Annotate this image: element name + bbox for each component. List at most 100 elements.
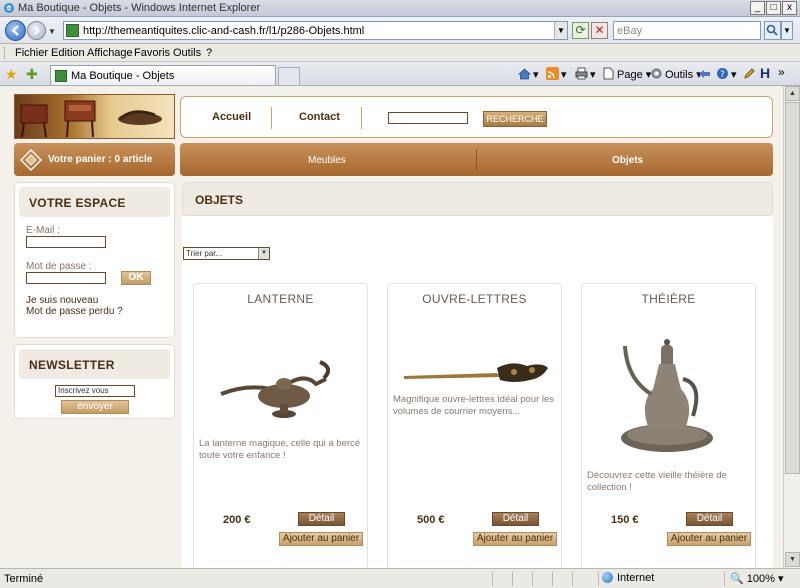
address-input[interactable]: http://themeantiquites.clic-and-cash.fr/… <box>63 21 568 40</box>
theiere-product-image[interactable] <box>617 334 717 459</box>
add-favorite-icon[interactable]: ✚ <box>26 66 38 83</box>
vertical-scrollbar[interactable]: ▲ ▼ <box>783 86 800 568</box>
newsletter-panel-header: NEWSLETTER <box>19 349 170 379</box>
tools-menu[interactable]: Outils ▾ <box>650 67 702 81</box>
password-field[interactable] <box>26 272 106 284</box>
detail-button[interactable]: Détail <box>686 512 733 526</box>
cart-bar[interactable]: Votre panier : 0 article <box>14 143 175 176</box>
pencil-icon <box>744 68 755 79</box>
category-separator <box>476 149 477 170</box>
menu-edition[interactable]: Edition <box>51 47 85 59</box>
gear-icon <box>651 68 662 79</box>
help-menu[interactable]: ? ▾ <box>716 67 737 81</box>
search-provider-dropdown-icon[interactable]: ▼ <box>781 21 793 40</box>
nav-contact[interactable]: Contact <box>299 111 340 123</box>
rss-icon <box>546 67 559 80</box>
feeds-button[interactable]: ▾ <box>546 67 567 81</box>
back-button[interactable] <box>5 20 26 41</box>
tab-ma-boutique[interactable]: Ma Boutique - Objets <box>50 65 276 85</box>
register-link[interactable]: Je suis nouveau <box>26 295 98 306</box>
main-heading: OBJETS <box>195 193 244 207</box>
nav-separator <box>361 107 362 129</box>
add-to-cart-button[interactable]: Ajouter au panier <box>279 532 363 546</box>
page-favicon-icon <box>66 24 79 37</box>
cart-box-icon <box>19 148 43 172</box>
scroll-thumb[interactable] <box>785 102 800 474</box>
stop-button[interactable]: ✕ <box>591 22 608 39</box>
add-to-cart-button[interactable]: Ajouter au panier <box>667 532 751 546</box>
scroll-up-arrow-icon[interactable]: ▲ <box>785 86 800 101</box>
ouvre-lettres-product-image[interactable] <box>402 354 550 394</box>
menu-help[interactable]: ? <box>206 47 212 59</box>
refresh-button[interactable]: ⟳ <box>572 22 589 39</box>
menu-fichier[interactable]: Fichier <box>15 47 48 59</box>
site-search-input[interactable] <box>388 112 468 124</box>
tab-favicon-icon <box>55 70 67 82</box>
search-input[interactable]: eBay <box>613 21 761 40</box>
address-bar: ▼ http://themeantiquites.clic-and-cash.f… <box>0 17 800 44</box>
menu-affichage[interactable]: Affichage <box>87 47 133 59</box>
menu-outils[interactable]: Outils <box>173 47 201 59</box>
email-field[interactable] <box>26 236 106 248</box>
forward-button[interactable] <box>27 21 46 40</box>
extension-h-icon[interactable]: H <box>760 65 770 81</box>
toolbar-overflow-icon[interactable]: » <box>778 65 785 79</box>
status-cell <box>512 572 513 586</box>
research-button[interactable] <box>698 67 713 81</box>
zoom-level[interactable]: 🔍 100% ▾ <box>730 572 783 585</box>
minimize-button[interactable]: _ <box>750 1 765 15</box>
nav-separator <box>271 107 272 129</box>
detail-button[interactable]: Détail <box>492 512 539 526</box>
account-panel-header: VOTRE ESPACE <box>19 187 170 217</box>
antique-banner-image <box>14 94 175 139</box>
lanterne-product-image[interactable] <box>216 354 341 424</box>
extension-icon-1[interactable] <box>743 67 758 81</box>
tab-bar: ★ ✚ Ma Boutique - Objets ▾ ▾ ▾ Page ▾ Ou… <box>0 62 800 86</box>
furniture-illustration-icon <box>20 100 162 138</box>
page-menu[interactable]: Page ▾ <box>602 67 651 81</box>
category-meubles[interactable]: Meubles <box>308 155 346 166</box>
newsletter-send-button[interactable]: envoyer <box>61 400 129 414</box>
product-description: Magnifique ouvre-lettres idéal pour les … <box>393 394 555 417</box>
nav-accueil[interactable]: Accueil <box>212 111 251 123</box>
home-icon <box>518 68 531 80</box>
product-name: OUVRE-LETTRES <box>422 292 527 306</box>
toolbar-grip <box>4 47 7 59</box>
status-text: Terminé <box>4 573 44 585</box>
password-label: Mot de passe : <box>26 261 92 272</box>
product-name: LANTERNE <box>247 292 314 306</box>
detail-button[interactable]: Détail <box>298 512 345 526</box>
sort-select[interactable]: Trier par... ▼ <box>183 247 270 260</box>
menu-favoris[interactable]: Favoris <box>134 47 170 59</box>
security-zone[interactable]: Internet <box>602 572 654 584</box>
history-dropdown-icon[interactable]: ▼ <box>48 27 56 36</box>
newsletter-email-input[interactable]: Inscrivez vous <box>55 385 135 397</box>
new-tab-button[interactable] <box>278 67 300 85</box>
login-ok-button[interactable]: OK <box>121 271 151 285</box>
product-price: 200 € <box>223 514 251 526</box>
favorites-star-icon[interactable]: ★ <box>5 66 18 83</box>
home-button[interactable]: ▾ <box>518 67 539 81</box>
maximize-button[interactable]: □ <box>766 1 781 15</box>
site-search-button[interactable]: RECHERCHE <box>483 111 547 127</box>
ie-logo-icon <box>4 3 14 13</box>
menu-bar: Fichier Edition Affichage Favoris Outils… <box>0 44 800 62</box>
product-card-theiere: THÉIÈRE Découvrez cette vieille théière … <box>581 283 756 568</box>
scroll-down-arrow-icon[interactable]: ▼ <box>785 552 800 567</box>
category-objets[interactable]: Objets <box>612 155 643 166</box>
print-button[interactable]: ▾ <box>575 67 596 81</box>
globe-icon <box>602 572 613 583</box>
svg-text:?: ? <box>720 70 725 80</box>
chevron-down-icon: ▼ <box>258 248 269 259</box>
tab-label: Ma Boutique - Objets <box>71 70 175 82</box>
add-to-cart-button[interactable]: Ajouter au panier <box>473 532 557 546</box>
search-go-button[interactable] <box>764 21 781 40</box>
help-icon: ? <box>717 68 728 80</box>
forgot-password-link[interactable]: Mot de passe perdu ? <box>26 306 123 317</box>
printer-icon <box>575 67 588 80</box>
address-dropdown-icon[interactable]: ▼ <box>554 22 567 39</box>
status-cell <box>492 572 493 586</box>
product-price: 150 € <box>611 514 639 526</box>
page-viewport: Accueil Contact RECHERCHE Votre panier :… <box>0 86 783 568</box>
close-button[interactable]: x <box>782 1 797 15</box>
